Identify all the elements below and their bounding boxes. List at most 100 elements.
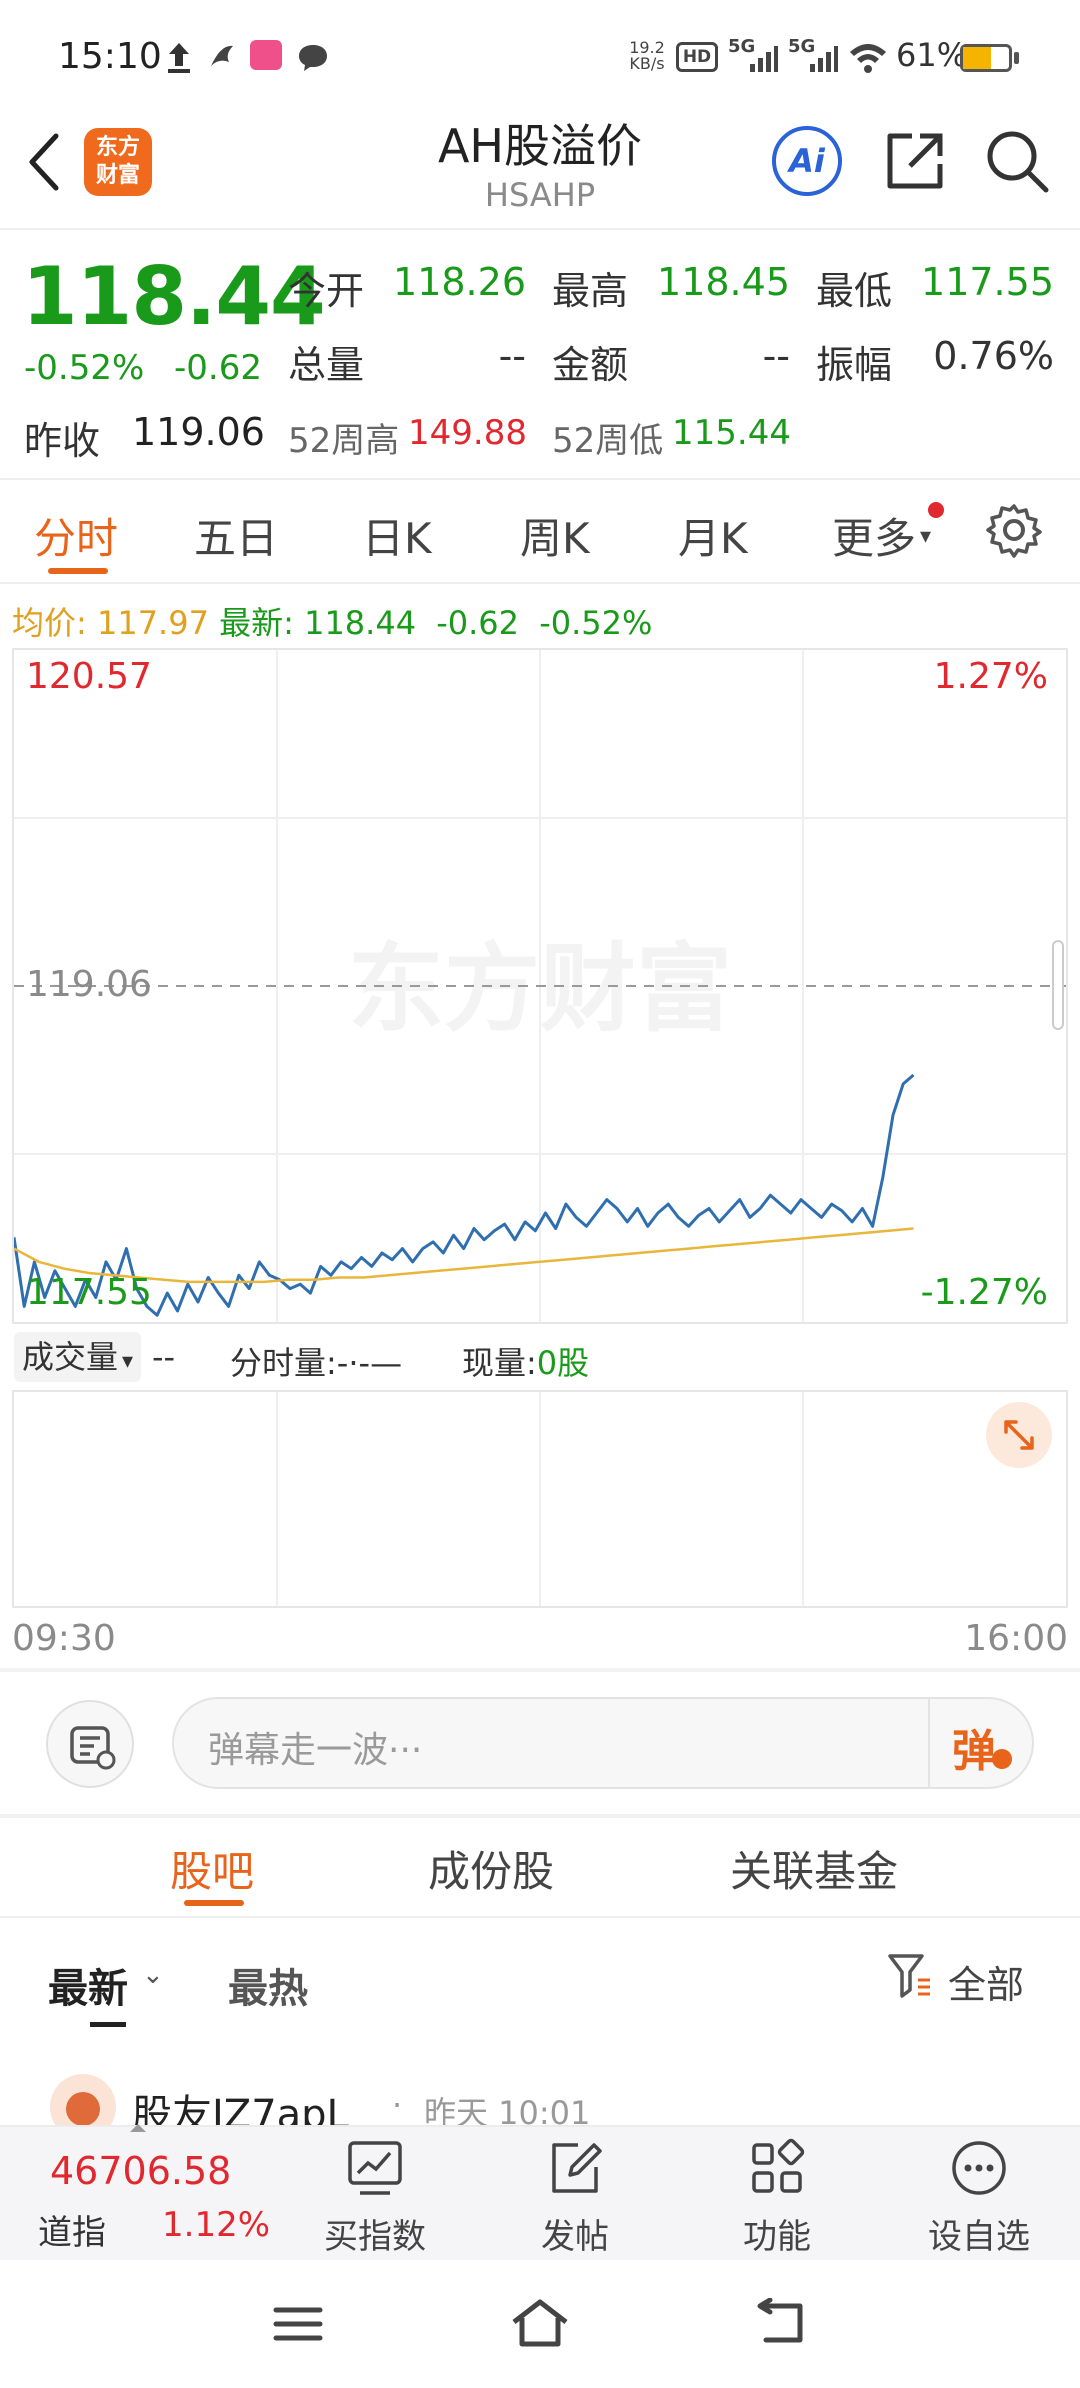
week52-low-label: 52周低: [552, 421, 664, 461]
sort-underline: [90, 2022, 126, 2027]
app-logo: 东方 财富: [84, 128, 152, 196]
low-value: 117.55: [921, 260, 1054, 304]
back-nav-icon[interactable]: [752, 2298, 808, 2348]
divider: [0, 1916, 1080, 1918]
amplitude-label: 振幅: [816, 343, 893, 387]
tab-daily-k[interactable]: 日K: [362, 505, 432, 566]
amount-label: 金额: [552, 343, 629, 387]
axis-left-bottom: 117.55: [26, 1272, 152, 1313]
tab-underline: [184, 1900, 244, 1906]
search-icon[interactable]: [984, 128, 1050, 194]
tab-weekly-k[interactable]: 周K: [520, 505, 590, 566]
chart-trend-icon: [348, 2141, 402, 2195]
battery-percent: 61%: [896, 36, 968, 74]
divider: [0, 228, 1080, 230]
tab-five-day[interactable]: 五日: [194, 505, 278, 566]
status-time: 15:10: [58, 36, 162, 77]
header: 东方 财富 AH股溢价 HSAHP Ai: [0, 100, 1080, 230]
gear-icon[interactable]: [986, 502, 1042, 558]
divider: [0, 1668, 1080, 1672]
tab-underline: [48, 568, 108, 574]
chart-scroll-handle[interactable]: [1052, 940, 1064, 1030]
stock-code: HSAHP: [484, 176, 596, 214]
battery-tip: [1014, 52, 1019, 64]
nav-functions[interactable]: 功能: [702, 2137, 852, 2258]
divider: [0, 582, 1080, 584]
axis-left-top: 120.57: [26, 656, 152, 697]
sort-hot[interactable]: 最热: [228, 1956, 308, 2014]
danmaku-placeholder: 弹幕走一波···: [208, 1730, 423, 1771]
net-speed: 19.2 KB/s: [629, 38, 665, 73]
message-icon: [299, 45, 327, 71]
battery-icon: [960, 44, 1012, 72]
bottom-nav: 46706.58 道指 1.12% 买指数 发帖 功能 设自选: [0, 2124, 1080, 2260]
danmaku-divider: [928, 1699, 930, 1787]
index-change: 1.12%: [162, 2205, 271, 2245]
intraday-chart[interactable]: 东方财富 120.57 119.06 117.55 1.27% -1.27%: [12, 648, 1068, 1324]
expand-button[interactable]: [986, 1402, 1052, 1468]
tab-more[interactable]: 更多: [832, 505, 916, 566]
danmaku-toggle-button[interactable]: 弹: [952, 1715, 996, 1779]
avg-label: 均价:: [12, 604, 87, 642]
volume-dropdown[interactable]: 成交量 ▾: [14, 1332, 142, 1382]
amplitude-value: 0.76%: [933, 334, 1054, 378]
signal-bars-icon: [750, 46, 778, 72]
change-percent: -0.52%: [24, 348, 145, 388]
bilibili-icon: [250, 40, 282, 70]
open-value: 118.26: [393, 260, 526, 304]
status-bar: 15:10 19.2 KB/s HD 5G 5G 61%: [0, 0, 1080, 110]
signal-bars-2-icon: [810, 46, 838, 72]
share-icon[interactable]: [882, 128, 948, 194]
prev-close-value: 119.06: [132, 410, 265, 454]
filter-all[interactable]: 全部: [948, 1954, 1024, 2009]
back-icon[interactable]: [24, 130, 64, 194]
volume-chart: [12, 1390, 1068, 1608]
axis-left-mid: 119.06: [26, 964, 152, 1005]
chart-legend: 均价: 117.97 最新: 118.44 -0.62 -0.52%: [12, 598, 652, 644]
more-dots-icon: [952, 2141, 1006, 2195]
current-volume: 现量:0股: [462, 1344, 590, 1382]
grid-icon: [752, 2138, 805, 2193]
menu-icon[interactable]: [272, 2304, 324, 2344]
check-icon: [992, 1749, 1012, 1769]
index-value[interactable]: 46706.58: [50, 2149, 231, 2193]
high-value: 118.45: [657, 260, 790, 304]
divider: [0, 1814, 1080, 1818]
latest-value: 118.44: [304, 604, 417, 642]
tab-constituents[interactable]: 成份股: [428, 1838, 554, 1899]
high-label: 最高: [552, 269, 629, 313]
home-icon[interactable]: [510, 2296, 570, 2350]
app-notification-icon: [211, 45, 233, 66]
divider: [0, 478, 1080, 480]
tab-monthly-k[interactable]: 月K: [678, 505, 748, 566]
filter-icon[interactable]: [886, 1950, 934, 2002]
nav-post[interactable]: 发帖: [500, 2137, 650, 2258]
tab-intraday[interactable]: 分时: [34, 505, 118, 566]
hd-icon: HD: [676, 42, 718, 72]
ai-button[interactable]: Ai: [772, 126, 842, 196]
tab-related-funds[interactable]: 关联基金: [730, 1838, 898, 1899]
chevron-down-icon: ▾: [920, 524, 932, 549]
nav-add-watchlist[interactable]: 设自选: [904, 2137, 1054, 2258]
sort-latest[interactable]: 最新: [48, 1956, 128, 2014]
week52-high-value: 149.88: [408, 413, 527, 453]
system-nav-bar: [0, 2260, 1080, 2388]
open-label: 今开: [288, 269, 365, 313]
nav-buy-index[interactable]: 买指数: [300, 2137, 450, 2258]
avg-value: 117.97: [96, 604, 209, 642]
change-amount: -0.62: [174, 348, 262, 388]
upload-icon: [168, 43, 190, 73]
x-axis-end: 16:00: [964, 1618, 1068, 1659]
axis-right-bottom: -1.27%: [920, 1272, 1048, 1313]
page-title: AH股溢价: [437, 119, 643, 173]
danmaku-input[interactable]: 弹幕走一波··· 弹: [172, 1697, 1034, 1789]
chevron-down-icon: ⌄: [142, 1960, 164, 1990]
tab-guba[interactable]: 股吧: [170, 1838, 254, 1899]
chart-watermark: 东方财富: [348, 933, 732, 1045]
last-price: 118.44: [22, 250, 326, 343]
legend-change: -0.62: [436, 604, 520, 642]
latest-label: 最新:: [219, 604, 294, 642]
x-axis-start: 09:30: [12, 1618, 116, 1659]
expand-icon: [1004, 1420, 1034, 1450]
danmaku-settings-button[interactable]: [46, 1700, 134, 1788]
